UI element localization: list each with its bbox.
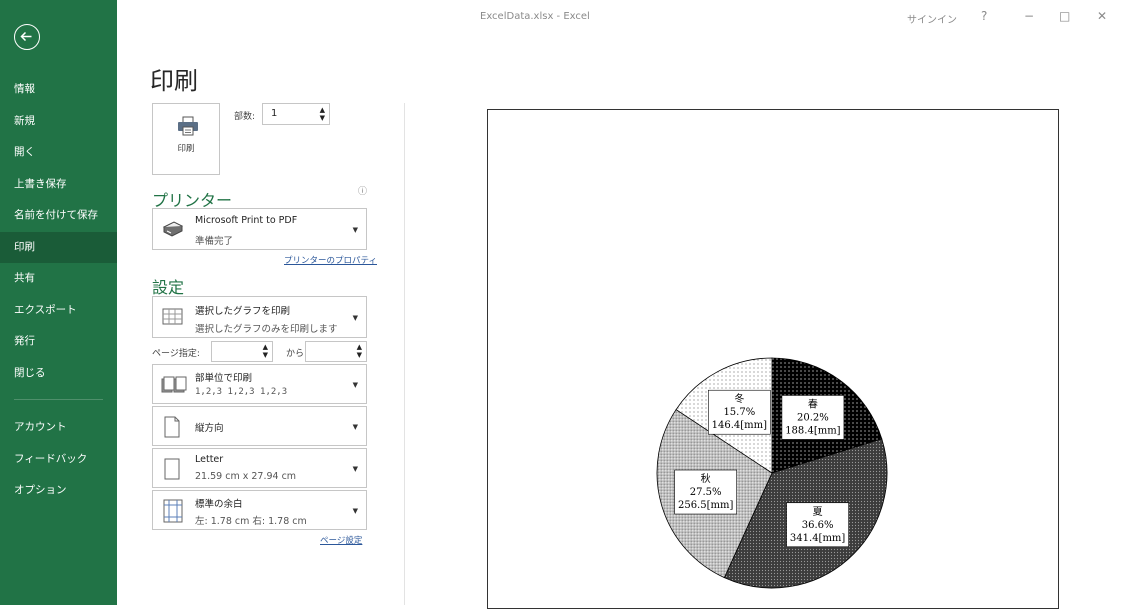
printer-device-icon xyxy=(162,221,184,237)
printer-icon xyxy=(178,116,198,136)
print-scope-dropdown[interactable]: 選択したグラフを印刷 選択したグラフのみを印刷します ▼ xyxy=(152,296,367,338)
slice-amount: 256.5[mm] xyxy=(678,500,733,511)
help-button[interactable]: ? xyxy=(981,9,987,23)
slice-season: 冬 xyxy=(734,392,744,405)
collate-dropdown[interactable]: 部単位で印刷 1,2,3 1,2,3 1,2,3 ▼ xyxy=(152,364,367,404)
backstage-sidebar: 情報 新規 開く 上書き保存 名前を付けて保存 印刷 共有 エクスポート 発行 閉じるアカウントフ… xyxy=(0,0,117,605)
chevron-down-icon: ▼ xyxy=(352,226,358,234)
collate-order: 1,2,3 1,2,3 1,2,3 xyxy=(195,387,288,397)
pages-from-input[interactable]: ▲ ▼ xyxy=(211,341,273,362)
page-title: 印刷 xyxy=(150,67,198,95)
print-button[interactable]: 印刷 xyxy=(152,103,220,175)
collate-pages-icon xyxy=(161,376,187,393)
slice-amount: 146.4[mm] xyxy=(712,420,767,431)
chevron-down-icon: ▼ xyxy=(352,465,358,473)
copies-value: 1 xyxy=(271,108,278,119)
print-preview: 春 20.2% 188.4[mm] 夏 36.6% 341.4[mm] 秋 27.5% 256.… xyxy=(487,109,1059,609)
print-scope-label: 選択したグラフを印刷 xyxy=(195,306,291,317)
slice-percent: 15.7% xyxy=(723,407,755,418)
printer-properties-link[interactable]: プリンターのプロパティ xyxy=(284,254,377,266)
printer-name: Microsoft Print to PDF xyxy=(195,215,298,226)
pie-label-3: 冬 15.7% 146.4[mm] xyxy=(708,389,771,435)
copies-label: 部数: xyxy=(234,112,256,122)
sidebar-item-4[interactable]: 名前を付けて保存 xyxy=(0,200,117,232)
spin-arrows-icon[interactable]: ▲ ▼ xyxy=(320,106,325,122)
maximize-button[interactable]: □ xyxy=(1059,9,1070,23)
print-button-label: 印刷 xyxy=(177,144,195,154)
sidebar-separator xyxy=(14,399,103,400)
sidebar-item-1[interactable]: 新規 xyxy=(0,106,117,138)
slice-season: 春 xyxy=(808,398,818,410)
minimize-button[interactable]: − xyxy=(1024,9,1034,23)
margins-dropdown[interactable]: 標準の余白 左: 1.78 cm 右: 1.78 cm ▼ xyxy=(152,490,367,530)
sidebar-nav: 情報 新規 開く 上書き保存 名前を付けて保存 印刷 共有 エクスポート 発行 閉じるアカウントフ… xyxy=(0,74,117,507)
panel-divider xyxy=(404,103,405,605)
chevron-down-icon: ▼ xyxy=(352,507,358,515)
spin-arrows-icon[interactable]: ▲ ▼ xyxy=(357,343,362,359)
collate-label: 部単位で印刷 xyxy=(195,373,253,384)
slice-amount: 341.4[mm] xyxy=(790,533,845,544)
margins-label: 標準の余白 xyxy=(195,499,243,510)
back-button[interactable] xyxy=(14,24,40,50)
orientation-dropdown[interactable]: 縦方向 ▼ xyxy=(152,406,367,446)
back-arrow-icon xyxy=(20,31,32,42)
sidebar-item-8[interactable]: 発行 xyxy=(0,326,117,358)
window-title: ExcelData.xlsx - Excel xyxy=(480,11,590,22)
page-setup-link[interactable]: ページ設定 xyxy=(320,534,362,546)
title-bar: ExcelData.xlsx - Excel サインイン ? − □ ✕ xyxy=(117,0,1134,34)
info-icon[interactable]: ⓘ xyxy=(358,184,367,197)
sidebar-item-7[interactable]: エクスポート xyxy=(0,295,117,327)
paper-size-icon xyxy=(164,458,180,480)
sidebar-item-2[interactable]: 開く xyxy=(0,137,117,169)
sheet-grid-icon xyxy=(162,308,183,325)
slice-amount: 188.4[mm] xyxy=(785,425,840,436)
chevron-down-icon: ▼ xyxy=(352,314,358,322)
sidebar-bottom-item-0[interactable]: アカウント xyxy=(0,412,117,444)
pie-label-0: 春 20.2% 188.4[mm] xyxy=(781,395,845,440)
sidebar-item-6[interactable]: 共有 xyxy=(0,263,117,295)
sidebar-item-5[interactable]: 印刷 xyxy=(0,231,117,263)
slice-percent: 27.5% xyxy=(690,487,722,498)
pie-label-2: 秋 27.5% 256.5[mm] xyxy=(674,469,737,515)
pie-label-1: 夏 36.6% 341.4[mm] xyxy=(786,502,849,548)
portrait-page-icon xyxy=(164,416,180,438)
pie-chart: 春 20.2% 188.4[mm] 夏 36.6% 341.4[mm] 秋 27.5% 256.… xyxy=(656,357,888,589)
chevron-down-icon: ▼ xyxy=(352,381,358,389)
settings-section-title: 設定 xyxy=(152,278,185,297)
slice-percent: 36.6% xyxy=(802,520,834,531)
pages-label: ページ指定: xyxy=(152,349,200,359)
paper-size-label: Letter xyxy=(195,454,224,465)
close-button[interactable]: ✕ xyxy=(1097,9,1107,23)
paper-size-dropdown[interactable]: Letter 21.59 cm x 27.94 cm ▼ xyxy=(152,448,367,488)
sidebar-item-9[interactable]: 閉じる xyxy=(0,358,117,390)
slice-season: 秋 xyxy=(701,472,711,485)
pages-separator: から xyxy=(286,349,305,359)
chevron-down-icon: ▼ xyxy=(352,423,358,431)
spin-arrows-icon[interactable]: ▲ ▼ xyxy=(263,343,268,359)
signin-link[interactable]: サインイン xyxy=(907,11,957,26)
margins-icon xyxy=(163,499,183,523)
printer-status: 準備完了 xyxy=(195,236,234,247)
margins-values: 左: 1.78 cm 右: 1.78 cm xyxy=(195,516,307,527)
sidebar-item-3[interactable]: 上書き保存 xyxy=(0,169,117,201)
sidebar-item-0[interactable]: 情報 xyxy=(0,74,117,106)
slice-percent: 20.2% xyxy=(797,412,829,423)
slice-season: 夏 xyxy=(813,506,823,518)
copies-stepper[interactable]: 1 ▲ ▼ xyxy=(262,103,330,125)
sidebar-bottom-item-1[interactable]: フィードバック xyxy=(0,444,117,476)
orientation-label: 縦方向 xyxy=(195,423,224,434)
print-scope-description: 選択したグラフのみを印刷します xyxy=(195,324,338,335)
printer-dropdown[interactable]: Microsoft Print to PDF 準備完了 ▼ xyxy=(152,208,367,250)
paper-size-dimensions: 21.59 cm x 27.94 cm xyxy=(195,471,297,482)
pages-to-input[interactable]: ▲ ▼ xyxy=(305,341,367,362)
sidebar-bottom-item-2[interactable]: オプション xyxy=(0,475,117,507)
